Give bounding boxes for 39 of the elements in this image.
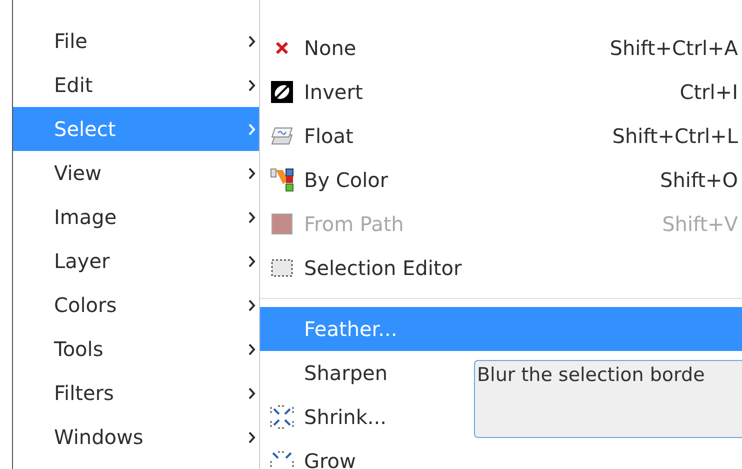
menu-item[interactable]: Float Shift+Ctrl+L [260,114,742,158]
chevron-right-icon [248,254,256,268]
menu-item[interactable]: Selection Editor [260,246,742,290]
chevron-right-icon [248,386,256,400]
tooltip: Blur the selection borde [474,360,742,438]
grow-icon [270,451,294,469]
menu-item[interactable]: Grow [260,439,742,469]
cross-icon [275,41,289,55]
chevron-right-icon [248,210,256,224]
menu-item[interactable]: Filters [13,371,259,415]
shortcut-label: Ctrl+I [680,79,738,106]
menu-item[interactable]: Edit [13,63,259,107]
chevron-right-icon [248,298,256,312]
menu-item[interactable]: Tools [13,327,259,371]
menu-item[interactable]: By Color Shift+O [260,158,742,202]
menu-item[interactable]: None Shift+Ctrl+A [260,26,742,70]
shrink-icon [270,405,294,429]
color-select-icon [270,167,294,193]
dashed-rectangle-icon [270,258,294,278]
pattern-square-icon [271,213,293,235]
shortcut-label: Shift+V [662,211,738,238]
menu-item[interactable]: Image [13,195,259,239]
menu-item[interactable]: Layer [13,239,259,283]
chevron-right-icon [248,342,256,356]
chevron-right-icon [248,78,256,92]
chevron-right-icon [248,122,256,136]
layers-icon [271,126,293,146]
menu-item[interactable]: Invert Ctrl+I [260,70,742,114]
shortcut-label: Shift+O [660,167,738,194]
menu-item[interactable]: View [13,151,259,195]
shortcut-label: Shift+Ctrl+L [612,123,738,150]
menu-item[interactable]: File [13,19,259,63]
menu-item[interactable]: Colors [13,283,259,327]
chevron-right-icon [248,34,256,48]
menu-item[interactable]: Windows [13,415,259,459]
chevron-right-icon [248,166,256,180]
invert-icon [270,80,294,104]
chevron-right-icon [248,430,256,444]
shortcut-label: Shift+Ctrl+A [610,35,738,62]
